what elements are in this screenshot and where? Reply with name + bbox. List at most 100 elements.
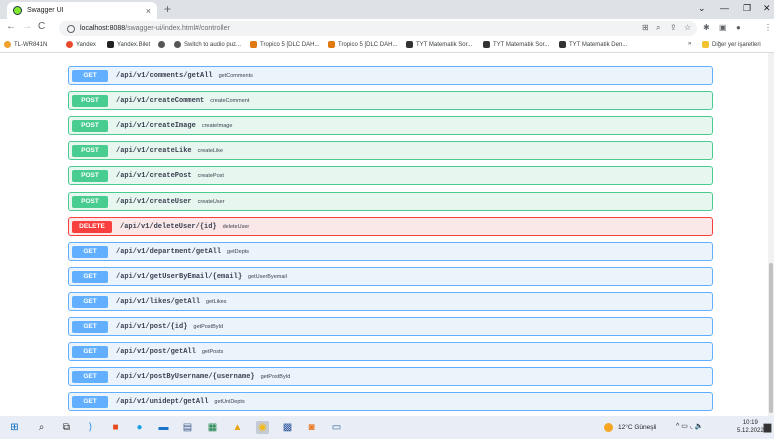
bookmark-star-icon[interactable]: ☆ xyxy=(684,23,691,32)
bookmark-favicon-icon xyxy=(328,41,335,48)
vscode-icon[interactable]: ⟩ xyxy=(84,421,97,434)
operation-get-row[interactable]: GET/api/v1/department/getAll getDepts xyxy=(68,242,713,261)
bookmark-favicon-icon xyxy=(250,41,257,48)
tab-close-icon[interactable]: × xyxy=(146,6,151,16)
method-badge: POST xyxy=(72,169,108,182)
side-panel-icon[interactable]: ▣ xyxy=(719,23,727,32)
bookmark-label: TYT Matematik Sor... xyxy=(416,41,473,48)
zoom-icon[interactable]: ⌕ xyxy=(656,23,660,33)
bookmark-item[interactable]: TYT Matematik Sor... xyxy=(483,41,549,48)
browser-toolbar: ← → C localhost:8088/swagger-ui/index.ht… xyxy=(0,19,774,38)
share-icon[interactable]: ⇪ xyxy=(670,23,677,32)
operation-get-row[interactable]: GET/api/v1/unidept/getAll getUniDepts xyxy=(68,392,713,411)
url-path: /swagger-ui/index.html#/controller xyxy=(125,25,230,32)
clock[interactable]: 10:19 5.12.2022 xyxy=(737,419,764,435)
operation-post-row[interactable]: POST/api/v1/createPost createPost xyxy=(68,166,713,185)
system-tray[interactable]: ^ ▭ ◟ 🔈 xyxy=(676,422,703,430)
bookmark-label: TL-WR841N xyxy=(14,41,48,48)
method-badge: GET xyxy=(72,395,108,408)
bookmark-label: Switch to audio puz... xyxy=(184,41,242,48)
task-view-icon[interactable]: ⧉ xyxy=(60,421,73,434)
url-host: localhost:8088 xyxy=(80,25,126,32)
operation-post-row[interactable]: POST/api/v1/createImage createImage xyxy=(68,116,713,135)
scrollbar-thumb[interactable] xyxy=(769,263,773,413)
operation-get-row[interactable]: GET/api/v1/likes/getAll getLikes xyxy=(68,292,713,311)
bookmark-item[interactable]: Switch to audio puz... xyxy=(174,41,241,48)
windows-start-icon[interactable]: ⊞ xyxy=(8,421,21,434)
method-badge: POST xyxy=(72,119,108,132)
chrome-icon[interactable]: ◉ xyxy=(256,421,269,434)
bookmarks-overflow-button[interactable]: » xyxy=(688,41,691,47)
postman-icon[interactable]: ◙ xyxy=(305,421,318,434)
tab-search-chevron-icon[interactable]: ⌄ xyxy=(698,3,706,14)
operation-path: /api/v1/createPost xyxy=(116,171,192,180)
operation-get-row[interactable]: GET/api/v1/post/getAll getPosts xyxy=(68,342,713,361)
bookmark-item[interactable]: TYT Matematik Sor... xyxy=(406,41,472,48)
operation-summary: getUniDepts xyxy=(214,398,245,405)
bookmark-favicon-icon xyxy=(483,41,490,48)
new-tab-button[interactable]: + xyxy=(164,2,171,16)
tab-swagger-ui[interactable]: Swagger UI × xyxy=(7,2,157,19)
close-window-button[interactable]: ✕ xyxy=(763,3,771,14)
operation-path: /api/v1/createUser xyxy=(116,197,192,206)
tab-strip: Swagger UI × + ⌄ — ❐ ✕ xyxy=(0,0,774,19)
method-badge: GET xyxy=(72,295,108,308)
operation-delete-row[interactable]: DELETE/api/v1/deleteUser/{id} deleteUser xyxy=(68,217,713,236)
operation-post-row[interactable]: POST/api/v1/createUser createUser xyxy=(68,192,713,211)
method-badge: GET xyxy=(72,320,108,333)
method-badge: POST xyxy=(72,94,108,107)
restore-button[interactable]: ❐ xyxy=(743,3,751,14)
operation-get-row[interactable]: GET/api/v1/comments/getAll getComments xyxy=(68,66,713,85)
operation-path: /api/v1/postByUsername/{username} xyxy=(116,372,255,381)
file-explorer-icon[interactable]: ▬ xyxy=(157,421,170,434)
site-info-icon[interactable] xyxy=(67,24,75,33)
method-badge: DELETE xyxy=(72,220,112,233)
translate-icon[interactable]: ⊞ xyxy=(642,23,649,32)
operation-path: /api/v1/getUserByEmail/{email} xyxy=(116,272,243,281)
vlc-icon[interactable]: ▲ xyxy=(231,421,244,434)
notepad-icon[interactable]: ▤ xyxy=(181,421,194,434)
notification-icon[interactable]: ▆ xyxy=(761,421,774,434)
operation-summary: createComment xyxy=(210,97,250,104)
bookmark-favicon-icon xyxy=(406,41,413,48)
profile-avatar-icon[interactable]: ● xyxy=(736,23,741,32)
weather-text: 12°C Güneşli xyxy=(618,424,657,431)
extensions-icon[interactable]: ✱ xyxy=(703,23,710,32)
operation-post-row[interactable]: POST/api/v1/createLike createLike xyxy=(68,141,713,160)
minimize-button[interactable]: — xyxy=(720,3,729,13)
bookmark-label: Tropico 5 [DLC DAH... xyxy=(338,41,398,48)
operation-get-row[interactable]: GET/api/v1/postByUsername/{username} getP… xyxy=(68,367,713,386)
back-button[interactable]: ← xyxy=(6,21,16,32)
operation-post-row[interactable]: POST/api/v1/createComment createComment xyxy=(68,91,713,110)
bookmark-item[interactable]: TL-WR841N xyxy=(4,41,47,48)
bookmark-item[interactable] xyxy=(158,41,168,48)
bookmark-label: TYT Matematik Den... xyxy=(569,41,628,48)
bookmark-item[interactable]: TYT Matematik Den... xyxy=(559,41,627,48)
method-badge: POST xyxy=(72,144,108,157)
url-text: localhost:8088/swagger-ui/index.html#/co… xyxy=(80,25,230,32)
word-icon[interactable]: ▩ xyxy=(281,421,294,434)
reload-button[interactable]: C xyxy=(38,21,45,32)
scrollbar[interactable] xyxy=(768,53,774,416)
operation-get-row[interactable]: GET/api/v1/post/{id} getPostById xyxy=(68,317,713,336)
bookmark-item[interactable]: Tropico 5 [DLC DAH... xyxy=(250,41,319,48)
clock-time: 10:19 xyxy=(742,420,758,426)
bookmark-item[interactable]: Yandex.Bilet xyxy=(107,41,150,48)
bookmark-favicon-icon xyxy=(4,41,11,48)
operation-summary: createPost xyxy=(197,172,224,179)
weather-widget[interactable]: 12°C Güneşli xyxy=(604,423,656,432)
excel-icon[interactable]: ▦ xyxy=(206,421,219,434)
bookmark-favicon-icon xyxy=(174,41,181,48)
folder-icon xyxy=(702,41,709,48)
bookmark-item[interactable]: Yandex xyxy=(66,41,96,48)
edge-icon[interactable]: ● xyxy=(133,421,146,434)
pgadmin-icon[interactable]: ▭ xyxy=(330,421,343,434)
forward-button[interactable]: → xyxy=(22,21,32,32)
intellij-icon[interactable]: ■ xyxy=(109,421,122,434)
browser-menu-icon[interactable]: ⋮ xyxy=(764,23,772,32)
address-bar[interactable]: localhost:8088/swagger-ui/index.html#/co… xyxy=(59,21,697,36)
search-icon[interactable]: ⌕ xyxy=(35,421,48,434)
operation-get-row[interactable]: GET/api/v1/getUserByEmail/{email} getUser… xyxy=(68,267,713,286)
bookmark-item[interactable]: Tropico 5 [DLC DAH... xyxy=(328,41,397,48)
other-bookmarks-folder[interactable]: Diğer yer işaretleri xyxy=(702,41,761,48)
